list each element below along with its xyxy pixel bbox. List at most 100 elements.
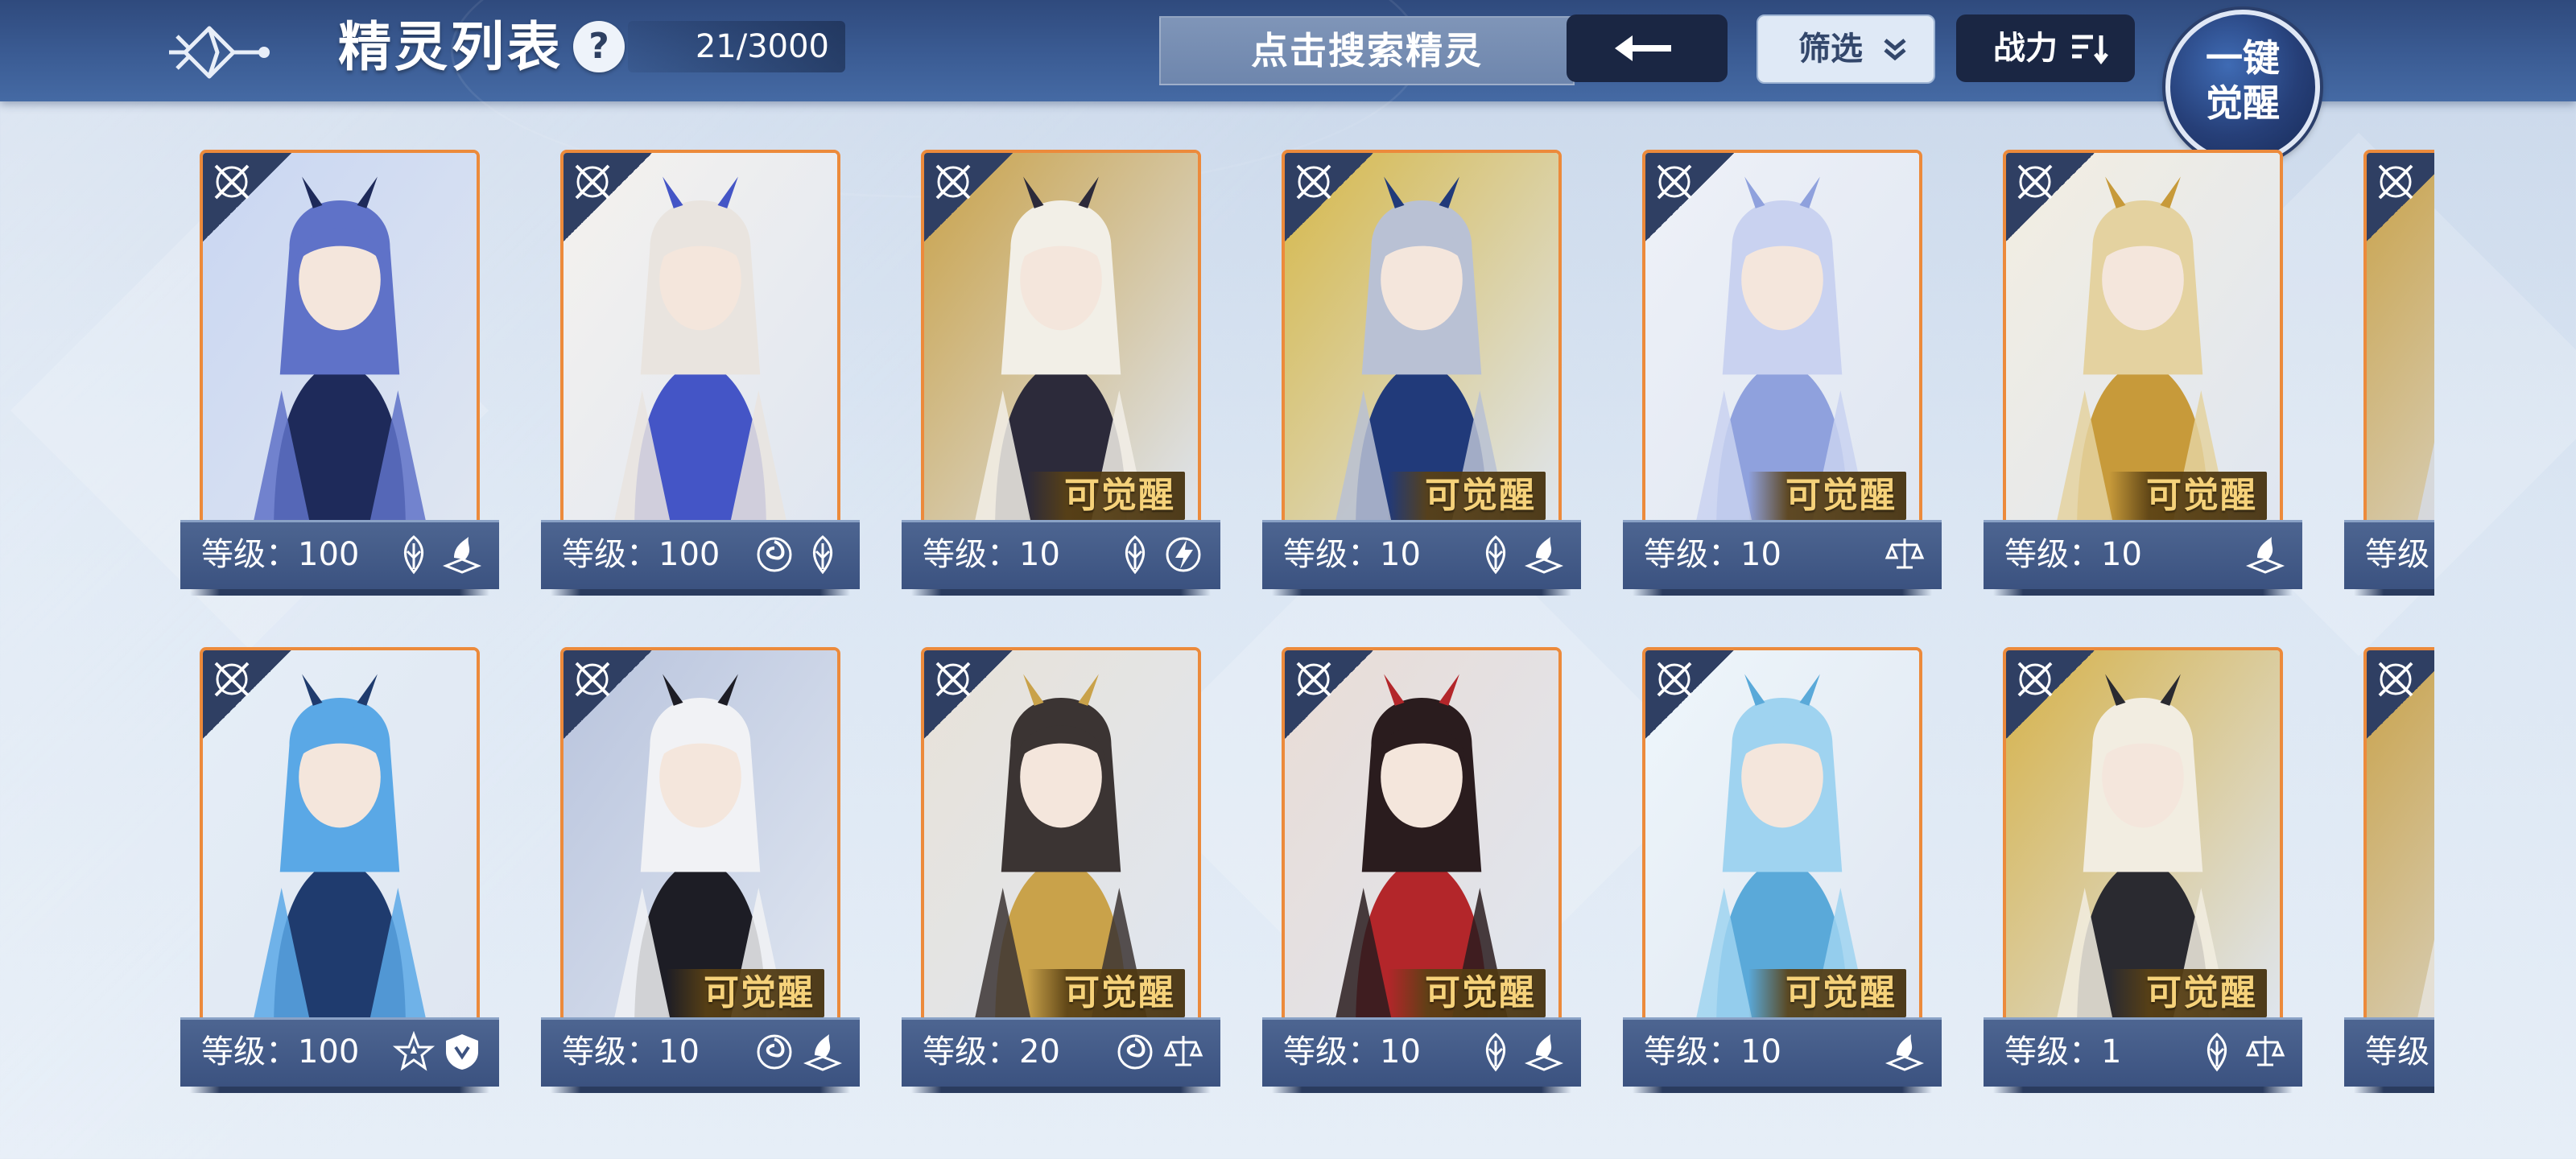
awakenable-badge: 可觉醒 (1748, 472, 1906, 520)
star-icon (393, 1031, 435, 1071)
vortex-icon (757, 1034, 792, 1070)
spirit-level: 等级 (2365, 1033, 2429, 1070)
awakenable-badge: 可觉醒 (1027, 472, 1185, 520)
card-corner (1285, 650, 1373, 739)
book-icon (1524, 1034, 1564, 1071)
crossed-swords-icon (935, 662, 971, 697)
spirit-card[interactable]: 等级：100 (541, 150, 860, 600)
scale-icon (2245, 1036, 2285, 1066)
card-frame: 可觉醒 (560, 647, 840, 1038)
card-info-bar: 等级：100 (180, 1017, 499, 1093)
card-info-bar: 等级 (2344, 520, 2434, 596)
awakenable-badge: 可觉醒 (2109, 472, 2267, 520)
spirit-level: 等级：10 (1283, 1033, 1421, 1070)
vortex-icon (1117, 1034, 1153, 1070)
card-corner (2006, 650, 2095, 739)
card-info-bar: 等级：20 (902, 1017, 1220, 1093)
spirit-card[interactable]: 可觉醒 等级：10 (541, 647, 860, 1098)
card-corner (203, 650, 291, 739)
card-corner (1285, 153, 1373, 241)
crossed-swords-icon (2378, 164, 2413, 200)
spirit-card[interactable]: 可觉醒 等级：20 (902, 647, 1220, 1098)
card-corner (924, 650, 1013, 739)
card-info-bar: 等级：100 (541, 520, 860, 596)
spirit-level: 等级：100 (201, 536, 360, 573)
card-info-bar: 等级：10 (1623, 1017, 1942, 1093)
vortex-icon (757, 537, 792, 572)
crossed-swords-icon (2378, 662, 2413, 697)
leaf-icon (404, 535, 423, 575)
spirit-level: 等级 (2365, 536, 2429, 573)
spirit-card[interactable]: 可觉醒 等级：10 (1623, 150, 1942, 600)
spirit-level: 等级：10 (562, 1033, 700, 1070)
card-frame (200, 647, 480, 1038)
card-info-bar: 等级：10 (1262, 1017, 1581, 1093)
spirit-level: 等级：1 (2004, 1033, 2122, 1070)
spirit-card[interactable]: 等级：100 (180, 647, 499, 1098)
card-info-bar: 等级：10 (1984, 520, 2302, 596)
awakenable-badge: 可觉醒 (1388, 969, 1546, 1017)
book-icon (803, 1034, 843, 1071)
spirit-card[interactable]: 等级 (2344, 647, 2434, 1098)
spirit-level: 等级：20 (923, 1033, 1060, 1070)
awakenable-badge-label: 可觉醒 (1425, 475, 1536, 516)
awakenable-badge-label: 可觉醒 (2146, 475, 2257, 516)
spirit-card[interactable]: 可觉醒 等级：1 (1984, 647, 2302, 1098)
spirit-card[interactable]: 等级 (2344, 150, 2434, 600)
card-info-bar: 等级：1 (1984, 1017, 2302, 1093)
crossed-swords-icon (1296, 662, 1331, 697)
crossed-swords-icon (575, 164, 610, 200)
scale-icon (1885, 538, 1925, 569)
spirit-card[interactable]: 可觉醒 等级：10 (1984, 150, 2302, 600)
card-frame (560, 150, 840, 541)
card-corner (564, 650, 652, 739)
scale-icon (1163, 1036, 1203, 1066)
spirit-card[interactable]: 等级：100 (180, 150, 499, 600)
crossed-swords-icon (1657, 662, 1692, 697)
card-info-bar: 等级：10 (1623, 520, 1942, 596)
card-corner (924, 153, 1013, 241)
card-corner (2367, 153, 2434, 241)
awakenable-badge: 可觉醒 (1388, 472, 1546, 520)
crossed-swords-icon (214, 164, 250, 200)
shield-icon (446, 1034, 478, 1070)
spirit-card[interactable]: 可觉醒 等级：10 (1262, 150, 1581, 600)
spirit-card[interactable]: 可觉醒 等级：10 (1623, 647, 1942, 1098)
awakenable-badge-label: 可觉醒 (1064, 475, 1175, 516)
card-corner (564, 153, 652, 241)
card-info-bar: 等级：10 (902, 520, 1220, 596)
crossed-swords-icon (2017, 662, 2053, 697)
leaf-icon (813, 535, 832, 575)
spirit-level: 等级：10 (1283, 536, 1421, 573)
spirit-card[interactable]: 可觉醒 等级：10 (1262, 647, 1581, 1098)
lightning-icon (1166, 537, 1201, 572)
card-frame: 可觉醒 (1642, 647, 1922, 1038)
leaf-icon (2207, 1033, 2227, 1072)
card-corner (1645, 650, 1734, 739)
card-info-bar: 等级 (2344, 1017, 2434, 1093)
book-icon (1524, 537, 1564, 574)
card-frame: 可觉醒 (1282, 647, 1562, 1038)
awakenable-badge: 可觉醒 (2109, 969, 2267, 1017)
spirit-level: 等级：10 (2004, 536, 2142, 573)
card-frame: 可觉醒 (921, 647, 1201, 1038)
crossed-swords-icon (2017, 164, 2053, 200)
spirit-level: 等级：10 (1644, 1033, 1781, 1070)
card-corner (2006, 153, 2095, 241)
awakenable-badge-label: 可觉醒 (1785, 475, 1897, 516)
card-info-bar: 等级：10 (541, 1017, 860, 1093)
crossed-swords-icon (214, 662, 250, 697)
spirit-grid: 等级：100 等级：100 可觉醒 等级：10 可觉醒 等级：10 可觉醒 等级… (0, 0, 2434, 1159)
card-frame: 可觉醒 (921, 150, 1201, 541)
spirit-card[interactable]: 可觉醒 等级：10 (902, 150, 1220, 600)
awakenable-badge-label: 可觉醒 (704, 972, 815, 1013)
card-corner (2367, 650, 2434, 739)
leaf-icon (1125, 535, 1145, 575)
card-frame: 可觉醒 (1642, 150, 1922, 541)
card-frame: 可觉醒 (2003, 647, 2283, 1038)
awakenable-badge: 可觉醒 (1027, 969, 1185, 1017)
card-frame (2363, 150, 2434, 541)
card-corner (1645, 153, 1734, 241)
crossed-swords-icon (935, 164, 971, 200)
awakenable-badge-label: 可觉醒 (1064, 972, 1175, 1013)
